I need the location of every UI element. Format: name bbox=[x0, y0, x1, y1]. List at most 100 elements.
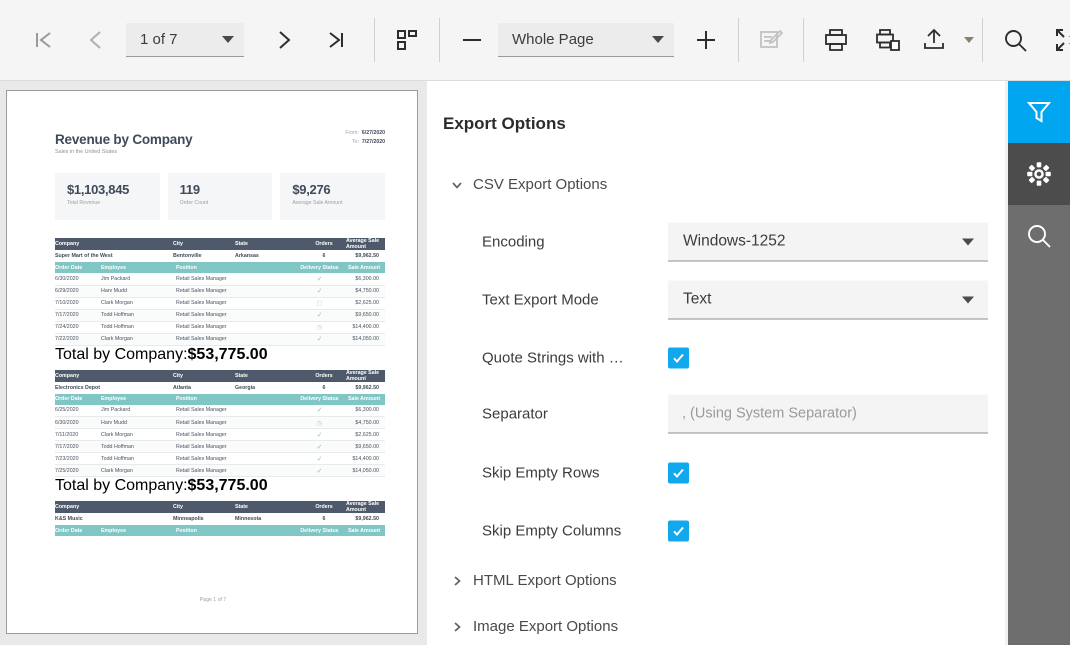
text-export-mode-select[interactable]: Text bbox=[668, 280, 988, 320]
cell: $14,400.00 bbox=[348, 452, 385, 465]
check-icon: ✓ bbox=[316, 275, 323, 283]
cell: $2,625.00 bbox=[348, 428, 385, 441]
separator-placeholder: , (Using System Separator) bbox=[682, 405, 857, 422]
delivery-status-cell: ✓ bbox=[291, 464, 348, 477]
chevron-down-icon bbox=[452, 181, 462, 189]
check-icon bbox=[673, 468, 684, 478]
skip-empty-columns-checkbox[interactable] bbox=[668, 520, 689, 542]
cell: Todd Hoffman bbox=[101, 440, 176, 453]
delivery-status-cell: ✓ bbox=[291, 428, 348, 441]
export-dropdown-button[interactable] bbox=[954, 14, 976, 66]
page-indicator-dropdown[interactable]: 1 of 7 bbox=[126, 23, 244, 57]
row-skip-empty-columns: Skip Empty Columns bbox=[427, 510, 1008, 552]
row-separator: Separator , (Using System Separator) bbox=[427, 393, 1008, 435]
cell: Bentonville bbox=[173, 250, 235, 262]
chevron-down-icon bbox=[962, 238, 974, 245]
page-indicator-label: 1 of 7 bbox=[140, 31, 178, 48]
cell: Todd Hoffman bbox=[101, 309, 176, 322]
field-skip-empty-columns bbox=[668, 520, 988, 542]
company-header-row: Company City State Orders Average Sale Amoun… bbox=[55, 501, 385, 513]
field-label-skip-empty-columns: Skip Empty Columns bbox=[482, 522, 622, 540]
multi-page-view-button[interactable] bbox=[381, 14, 433, 66]
document-preview-area[interactable]: Revenue by Company Sales in the United S… bbox=[0, 81, 427, 645]
print-current-page-button[interactable] bbox=[862, 14, 914, 66]
printer-page-icon bbox=[876, 29, 900, 51]
print-button[interactable] bbox=[810, 14, 862, 66]
fullscreen-button[interactable] bbox=[1041, 14, 1070, 66]
text-export-mode-value: Text bbox=[683, 290, 712, 308]
filter-icon bbox=[1026, 102, 1052, 123]
report-detail-table: Order Date Employee Position Delivery Statu… bbox=[55, 393, 385, 496]
zoom-level-dropdown[interactable]: Whole Page bbox=[498, 23, 674, 57]
zoom-out-button[interactable] bbox=[446, 14, 498, 66]
previous-page-button[interactable] bbox=[70, 14, 122, 66]
detail-header-row: Order Date Employee Position Delivery Statu… bbox=[55, 525, 385, 536]
quote-strings-checkbox[interactable] bbox=[668, 347, 689, 369]
edit-report-button[interactable] bbox=[745, 14, 797, 66]
page-grid-icon bbox=[397, 30, 417, 50]
cell: $9,650.00 bbox=[348, 440, 385, 453]
cell: 6/25/2020 bbox=[55, 404, 101, 417]
cell: Harv Mudd bbox=[101, 416, 176, 429]
separator-input[interactable]: , (Using System Separator) bbox=[668, 394, 988, 434]
group-header-csv-export-options[interactable]: CSV Export Options bbox=[447, 176, 607, 193]
cell: $14,400.00 bbox=[348, 321, 385, 334]
group-header-image-export-options[interactable]: Image Export Options bbox=[447, 618, 618, 635]
column-header: Orders bbox=[302, 501, 346, 513]
cell: Retail Sales Manager bbox=[176, 464, 291, 477]
search-button[interactable] bbox=[989, 14, 1041, 66]
first-page-button[interactable] bbox=[18, 14, 70, 66]
chevron-down-icon bbox=[964, 37, 974, 43]
column-header: City bbox=[173, 238, 235, 250]
group-header-html-export-options[interactable]: HTML Export Options bbox=[447, 572, 617, 589]
detail-header-row: Order Date Employee Position Delivery Statu… bbox=[55, 393, 385, 405]
field-label-text-export-mode: Text Export Mode bbox=[482, 291, 599, 309]
export-button[interactable] bbox=[914, 14, 954, 66]
table-row: 6/30/2020 Jim Packard Retail Sales Manager… bbox=[55, 273, 385, 286]
skip-empty-rows-checkbox[interactable] bbox=[668, 462, 689, 484]
kpi-card: $9,276 Average Sale Amount bbox=[280, 173, 386, 220]
field-skip-empty-rows bbox=[668, 462, 988, 484]
clock-icon: ◷ bbox=[316, 324, 323, 331]
next-page-button[interactable] bbox=[258, 14, 310, 66]
kpi-value: 119 bbox=[179, 182, 200, 197]
table-row: 6/29/2020 Harv Mudd Retail Sales Manager ✓ $… bbox=[55, 285, 385, 298]
chevron-down-icon bbox=[222, 36, 234, 43]
row-skip-empty-rows: Skip Empty Rows bbox=[427, 452, 1008, 494]
last-page-button[interactable] bbox=[310, 14, 362, 66]
gear-icon bbox=[1027, 162, 1051, 186]
column-header: State bbox=[235, 369, 302, 382]
chevron-right-icon bbox=[279, 31, 291, 49]
encoding-value: Windows-1252 bbox=[683, 232, 786, 250]
cell: Todd Hoffman bbox=[101, 452, 176, 465]
cell: 7/17/2020 bbox=[55, 309, 101, 322]
cell: Clark Morgan bbox=[101, 297, 176, 310]
rail-button-search[interactable] bbox=[1008, 205, 1070, 267]
column-header: Delivery Status bbox=[291, 393, 348, 405]
company-row: K&S Music Minneapolis Minnesota 6 $9,962.50 bbox=[55, 513, 385, 525]
cell: $2,625.00 bbox=[348, 297, 385, 310]
check-icon: ✓ bbox=[316, 431, 323, 439]
cell: Jim Packard bbox=[101, 273, 176, 286]
minus-icon bbox=[463, 39, 481, 41]
cell: 7/22/2020 bbox=[55, 333, 101, 346]
check-icon: ✓ bbox=[316, 336, 323, 343]
cell: Atlanta bbox=[173, 381, 235, 394]
toolbar-divider-3 bbox=[738, 18, 739, 62]
cell: Jim Packard bbox=[101, 404, 176, 417]
report-tables: Company City State Orders Average Sale Amoun… bbox=[55, 238, 385, 536]
report-page: Revenue by Company Sales in the United S… bbox=[6, 90, 418, 634]
group-label: CSV Export Options bbox=[473, 176, 608, 193]
column-header: Sale Amount bbox=[348, 393, 385, 405]
check-icon: ✓ bbox=[316, 407, 323, 415]
column-header: Delivery Status bbox=[291, 262, 348, 273]
cell: Retail Sales Manager bbox=[176, 321, 291, 334]
rail-button-filter[interactable] bbox=[1008, 81, 1070, 143]
zoom-in-button[interactable] bbox=[680, 14, 732, 66]
cell: Retail Sales Manager bbox=[176, 333, 291, 346]
rail-button-settings[interactable] bbox=[1008, 143, 1070, 205]
company-header-row: Company City State Orders Average Sale Amoun… bbox=[55, 238, 385, 250]
check-icon: ✓ bbox=[316, 467, 323, 475]
company-row: Electronics Depot Atlanta Georgia 6 $9,962.5… bbox=[55, 381, 385, 394]
encoding-select[interactable]: Windows-1252 bbox=[668, 222, 988, 262]
